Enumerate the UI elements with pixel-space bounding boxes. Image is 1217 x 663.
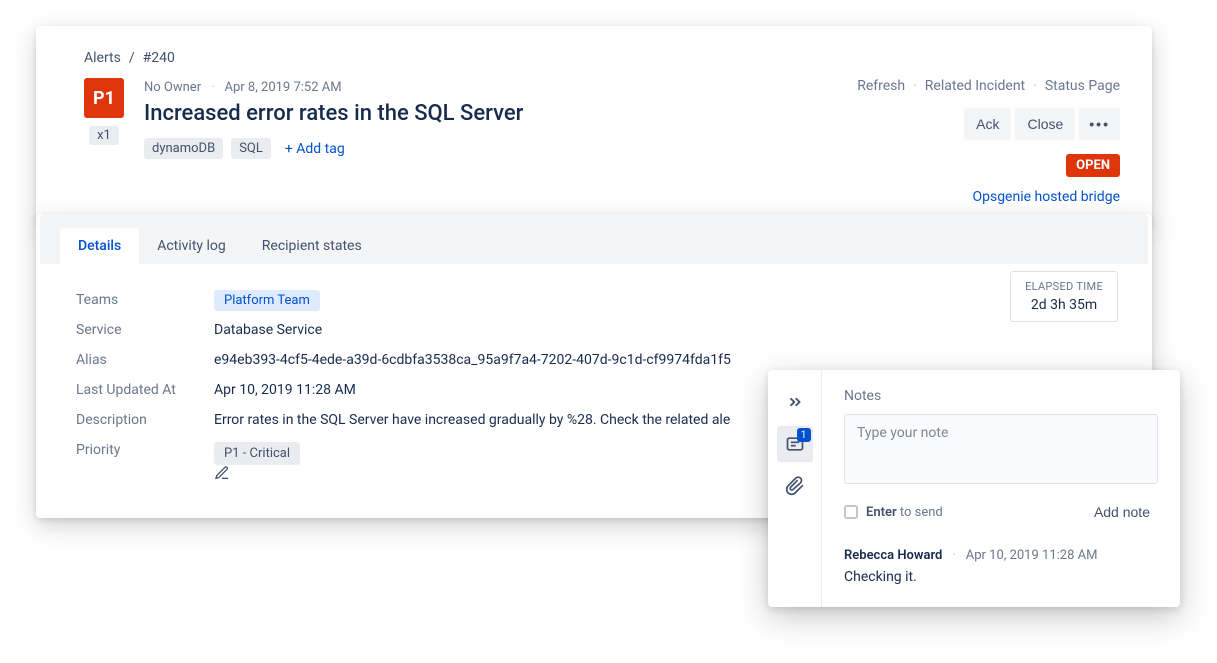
note-entry: Rebecca Howard · Apr 10, 2019 11:28 AM C…	[844, 548, 1158, 585]
breadcrumb: Alerts / #240	[84, 50, 1120, 66]
tag[interactable]: SQL	[231, 138, 271, 159]
count-badge: x1	[89, 126, 119, 145]
description-value: Error rates in the SQL Server have incre…	[214, 412, 730, 428]
breadcrumb-sep: /	[129, 50, 135, 66]
attachments-tab-button[interactable]	[777, 468, 813, 504]
notes-title: Notes	[844, 388, 1158, 404]
add-note-button[interactable]: Add note	[1086, 498, 1158, 526]
tab-recipient-states[interactable]: Recipient states	[244, 228, 380, 264]
status-page-link[interactable]: Status Page	[1045, 78, 1120, 94]
breadcrumb-root[interactable]: Alerts	[84, 50, 121, 66]
priority-badge: P1	[84, 78, 124, 118]
note-time: Apr 10, 2019 11:28 AM	[966, 548, 1098, 563]
edit-priority-icon[interactable]	[214, 465, 310, 481]
add-tag-button[interactable]: + Add tag	[285, 141, 345, 157]
collapse-panel-button[interactable]	[777, 384, 813, 420]
ack-button[interactable]: Ack	[964, 108, 1011, 140]
close-button[interactable]: Close	[1015, 108, 1075, 140]
updated-label: Last Updated At	[76, 382, 214, 398]
service-label: Service	[76, 322, 214, 338]
related-incident-link[interactable]: Related Incident	[925, 78, 1025, 94]
note-input[interactable]	[844, 414, 1158, 484]
owner-label: No Owner	[144, 80, 201, 95]
tab-activity-log[interactable]: Activity log	[139, 228, 244, 264]
elapsed-value: 2d 3h 35m	[1025, 297, 1103, 313]
elapsed-time-box: ELAPSED TIME 2d 3h 35m	[1010, 271, 1118, 322]
alias-label: Alias	[76, 352, 214, 368]
hosted-bridge-link[interactable]: Opsgenie hosted bridge	[857, 189, 1120, 205]
created-timestamp: Apr 8, 2019 7:52 AM	[225, 80, 342, 95]
alert-title: Increased error rates in the SQL Server	[144, 101, 523, 126]
updated-value: Apr 10, 2019 11:28 AM	[214, 382, 356, 398]
tab-details[interactable]: Details	[60, 228, 139, 264]
refresh-link[interactable]: Refresh	[857, 78, 905, 94]
meta-dot: ·	[211, 80, 214, 95]
breadcrumb-id: #240	[143, 50, 175, 66]
notes-tab-button[interactable]: 1	[777, 426, 813, 462]
tag[interactable]: dynamoDB	[144, 138, 223, 159]
notes-count-badge: 1	[797, 428, 811, 442]
notes-panel: 1 Notes Enter to send Add note Rebecca H…	[768, 370, 1180, 607]
status-badge: OPEN	[1066, 154, 1120, 177]
teams-label: Teams	[76, 292, 214, 308]
alias-value: e94eb393-4cf5-4ede-a39d-6cdbfa3538ca_95a…	[214, 352, 731, 368]
tab-bar: Details Activity log Recipient states	[40, 214, 1148, 265]
enter-to-send[interactable]: Enter to send	[844, 505, 943, 520]
elapsed-label: ELAPSED TIME	[1025, 280, 1103, 293]
more-actions-button[interactable]: •••	[1079, 108, 1120, 140]
note-text: Checking it.	[844, 569, 1158, 585]
team-pill[interactable]: Platform Team	[214, 290, 320, 311]
priority-label: Priority	[76, 442, 214, 481]
note-author: Rebecca Howard	[844, 548, 942, 563]
description-label: Description	[76, 412, 214, 428]
priority-pill: P1 - Critical	[214, 442, 300, 465]
service-value: Database Service	[214, 322, 322, 338]
alert-header-card: Alerts / #240 P1 x1 No Owner · Apr 8, 20…	[36, 26, 1152, 225]
enter-send-checkbox[interactable]	[844, 505, 858, 519]
notes-rail: 1	[768, 370, 822, 607]
